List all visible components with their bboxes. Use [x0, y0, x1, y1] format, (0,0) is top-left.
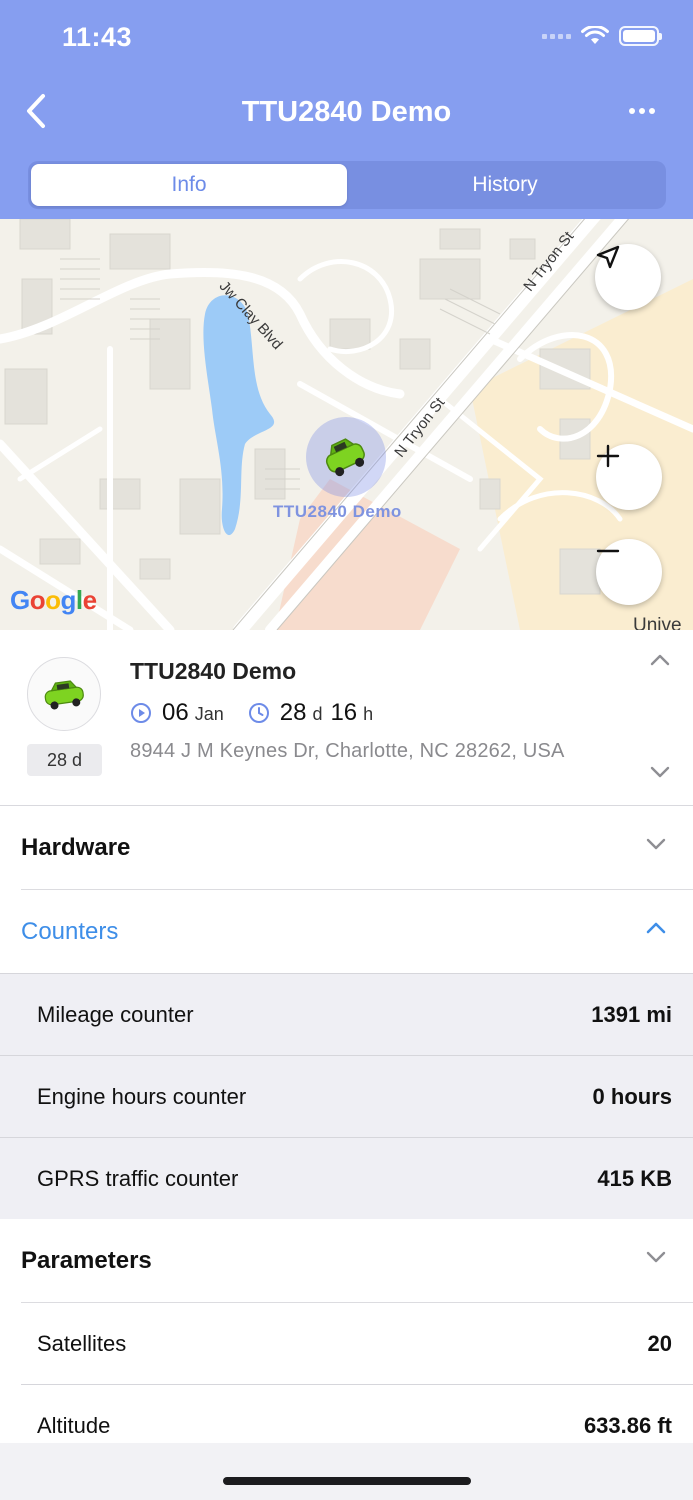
play-circle-icon — [130, 702, 152, 724]
home-indicator[interactable] — [223, 1477, 471, 1485]
unit-summary: 28 d TTU2840 Demo 06 Jan 28 d 16 h 8944 … — [0, 630, 693, 806]
chevron-up-icon — [650, 654, 670, 666]
cellular-signal-icon — [542, 33, 571, 39]
row-value: 0 hours — [592, 1084, 672, 1109]
duration-days-unit: d — [312, 704, 323, 724]
counter-row-engine-hours: Engine hours counter 0 hours — [0, 1056, 693, 1138]
row-value: 633.86 ft — [583, 1413, 672, 1438]
zoom-out-button[interactable] — [596, 539, 662, 605]
more-dot-icon — [649, 108, 655, 114]
location-arrow-icon — [596, 245, 620, 269]
previous-unit-button[interactable] — [648, 652, 672, 673]
unit-avatar — [27, 657, 101, 731]
parameter-row-satellites: Satellites 20 — [0, 1303, 693, 1385]
duration-days: 28 — [279, 699, 307, 726]
chevron-down-icon — [650, 766, 670, 778]
section-title: Counters — [21, 918, 119, 945]
section-parameters[interactable]: Parameters — [0, 1219, 693, 1303]
section-hardware[interactable]: Hardware — [0, 806, 693, 890]
row-label: Mileage counter — [37, 1002, 194, 1027]
row-label: GPRS traffic counter — [37, 1166, 239, 1191]
counter-row-gprs-traffic: GPRS traffic counter 415 KB — [0, 1138, 693, 1220]
unit-age-badge: 28 d — [27, 744, 102, 776]
unit-name: TTU2840 Demo — [130, 658, 297, 684]
car-icon — [325, 438, 365, 477]
more-dot-icon — [629, 108, 635, 114]
home-bar-area — [0, 1443, 693, 1500]
plus-icon — [596, 444, 620, 468]
map-place-label: Unive — [633, 615, 682, 630]
row-label: Engine hours counter — [37, 1084, 247, 1109]
car-icon — [44, 680, 84, 710]
chevron-down-icon — [646, 1251, 666, 1263]
map-view[interactable]: Jw Clay Blvd N Tryon St N Tryon St TTU28… — [0, 219, 693, 630]
unit-stats: 06 Jan 28 d 16 h — [130, 698, 373, 727]
row-label: Satellites — [37, 1331, 127, 1356]
row-label: Altitude — [37, 1413, 111, 1438]
battery-icon — [619, 26, 662, 46]
duration-hours: 16 — [330, 699, 358, 726]
counter-row-mileage: Mileage counter 1391 mi — [0, 974, 693, 1056]
tab-info[interactable]: Info — [31, 164, 347, 206]
wifi-icon — [581, 26, 609, 44]
page-title: TTU2840 Demo — [241, 96, 452, 128]
row-value: 1391 mi — [591, 1002, 672, 1027]
section-title: Hardware — [21, 834, 131, 861]
last-message-day: 06 — [162, 699, 189, 726]
section-counters[interactable]: Counters — [0, 890, 693, 974]
last-message-month: Jan — [194, 704, 224, 724]
status-icons — [542, 26, 662, 46]
unit-marker-label: TTU2840 Demo — [273, 502, 402, 521]
chevron-up-icon — [646, 922, 666, 934]
chevron-down-icon — [646, 838, 666, 850]
more-options-button[interactable] — [617, 96, 667, 126]
section-title: Parameters — [21, 1247, 152, 1274]
row-value: 415 KB — [597, 1166, 672, 1191]
locate-button[interactable] — [595, 244, 661, 310]
tab-history[interactable]: History — [347, 164, 663, 206]
unit-address: 8944 J M Keynes Dr, Charlotte, NC 28262,… — [130, 740, 565, 762]
row-value: 20 — [647, 1331, 672, 1356]
minus-icon — [596, 549, 620, 553]
more-dot-icon — [639, 108, 645, 114]
duration-hours-unit: h — [363, 704, 374, 724]
clock-icon — [248, 702, 270, 724]
status-time: 11:43 — [62, 22, 133, 52]
zoom-in-button[interactable] — [596, 444, 662, 510]
google-logo: Google — [10, 585, 97, 615]
header: 11:43 TTU2840 Demo Info History — [0, 0, 693, 219]
tab-switcher: Info History — [28, 161, 666, 209]
next-unit-button[interactable] — [648, 764, 672, 785]
